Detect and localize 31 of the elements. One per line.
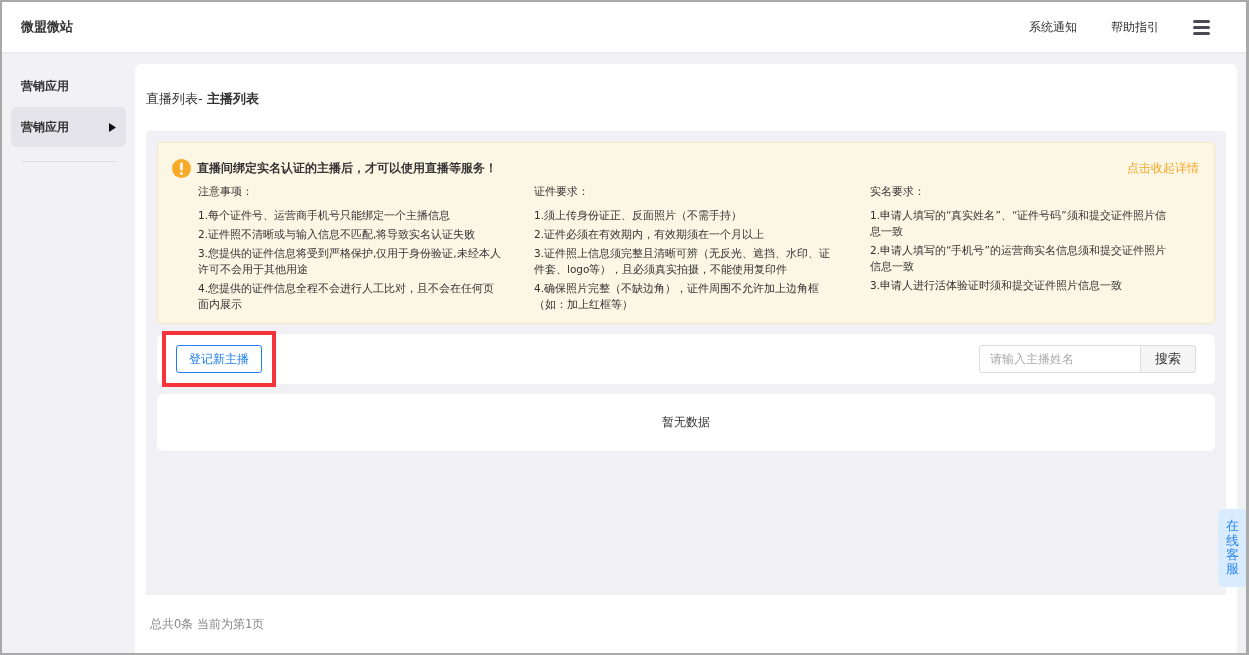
notice-heading: 证件要求： [534, 184, 590, 199]
notice-item: 2.证件照不清晰或与输入信息不匹配,将导致实名认证失败 [198, 227, 477, 242]
notice-item: 1.申请人填写的“真实姓名”、“证件号码”须和提交证件照片信息一致 [870, 208, 1167, 239]
sidebar-item[interactable]: 营销应用 [11, 107, 126, 147]
notice-heading: 注意事项： [198, 184, 254, 199]
notice-item: 1.每个证件号、运营商手机号只能绑定一个主播信息 [198, 208, 452, 223]
warning-icon [172, 159, 191, 178]
notice-item: 4.确保照片完整（不缺边角），证件周围不允许加上边角框（如：加上红框等） [534, 281, 821, 312]
notice-item: 3.申请人进行活体验证时须和提交证件照片信息一致 [870, 278, 1124, 293]
breadcrumb-current: 主播列表 [206, 90, 259, 108]
header-link[interactable]: 系统通知 [1029, 18, 1077, 36]
notice-item: 1.须上传身份证正、反面照片（不需手持） [534, 208, 744, 223]
caret-icon [109, 122, 116, 132]
brand-name: 微盟微站 [21, 18, 74, 36]
notice-item: 2.申请人填写的“手机号”的运营商实名信息须和提交证件照片信息一致 [870, 243, 1167, 274]
page-summary: 总共0条 当前为第1页 [150, 616, 265, 632]
sidebar-heading: 营销应用 [20, 78, 70, 95]
search-button[interactable]: 搜索 [1141, 345, 1196, 373]
notice-item: 3.您提供的证件信息将受到严格保护,仅用于身份验证,未经本人许可不会用于其他用途 [198, 246, 502, 277]
breadcrumb-parent[interactable]: 直播列表- [146, 90, 203, 131]
sidebar-item-label: 营销应用 [21, 118, 69, 136]
notice-item: 2.证件必须在有效期内，有效期须在一个月以上 [534, 227, 766, 242]
notice-heading: 实名要求： [870, 184, 926, 199]
notice-item: 3.证件照上信息须完整且清晰可辨（无反光、遮挡、水印、证件套、logo等），且必须真实拍摄，不能使用复印件 [534, 246, 832, 277]
search-field[interactable]: 请输入主播姓名 [979, 345, 1141, 373]
empty-message: 暂无数据 [662, 415, 710, 430]
notice-item: 4.您提供的证件信息全程不会进行人工比对，且不会在任何页面内展示 [198, 281, 496, 312]
notice-title: 直播间绑定实名认证的主播后，才可以使用直播等服务！ [197, 161, 498, 176]
menu-icon[interactable] [1193, 19, 1210, 35]
add-anchor-button[interactable]: 登记新主播 [176, 345, 262, 373]
header-link[interactable]: 帮助指引 [1111, 18, 1159, 36]
